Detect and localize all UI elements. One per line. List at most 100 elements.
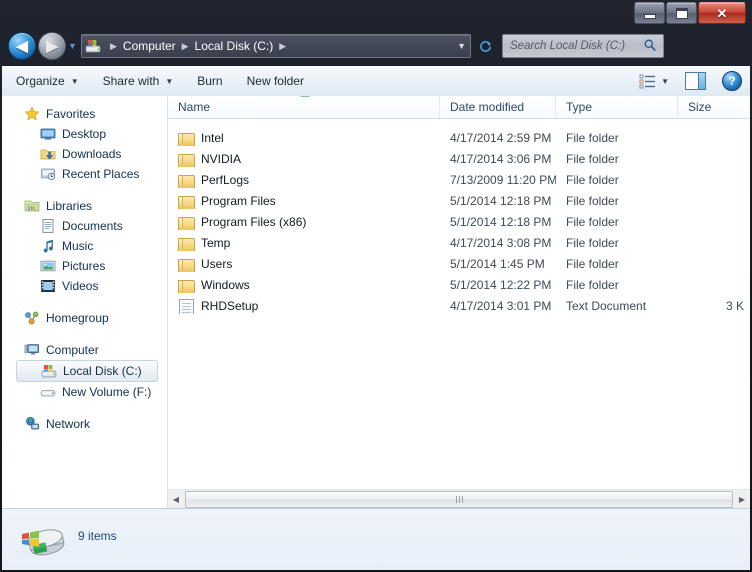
search-icon	[643, 38, 657, 52]
item-count-label: 9 items	[78, 529, 117, 543]
scroll-right-button[interactable]: ▶	[734, 491, 750, 507]
table-row[interactable]: Program Files 5/1/2014 12:18 PM File fol…	[168, 190, 750, 211]
refresh-icon	[479, 40, 491, 52]
sidebar-item-downloads[interactable]: Downloads	[2, 144, 167, 164]
column-header-date-modified[interactable]: Date modified	[440, 96, 556, 118]
local-disk-icon	[20, 521, 66, 561]
column-header-name[interactable]: Name	[168, 96, 440, 118]
pictures-icon	[40, 258, 56, 274]
cell-date-modified: 4/17/2014 2:59 PM	[450, 130, 552, 145]
file-rows: Intel 4/17/2014 2:59 PM File folder NVID…	[168, 119, 750, 316]
file-name: Program Files (x86)	[201, 214, 307, 229]
grip-line	[455, 495, 457, 503]
cell-type: File folder	[566, 130, 619, 145]
maximize-icon	[675, 7, 688, 19]
cell-type: Text Document	[566, 298, 647, 313]
recent-pages-button[interactable]: ▼	[66, 33, 79, 59]
breadcrumb-item-local-disk[interactable]: Local Disk (C:)	[194, 39, 275, 53]
sidebar-label: New Volume (F:)	[62, 385, 152, 399]
organize-button[interactable]: Organize ▼	[6, 70, 89, 92]
sidebar-item-libraries[interactable]: Libraries	[2, 196, 167, 216]
sidebar-item-documents[interactable]: Documents	[2, 216, 167, 236]
cell-type: File folder	[566, 193, 619, 208]
search-placeholder: Search Local Disk (C:)	[510, 40, 626, 52]
sidebar-item-recent-places[interactable]: Recent Places	[2, 164, 167, 184]
close-button[interactable]: ✕	[698, 2, 746, 24]
table-row[interactable]: RHDSetup 4/17/2014 3:01 PM Text Document…	[168, 295, 750, 316]
sidebar-item-music[interactable]: Music	[2, 236, 167, 256]
table-row[interactable]: Program Files (x86) 5/1/2014 12:18 PM Fi…	[168, 211, 750, 232]
breadcrumb: ▶ Computer ▶ Local Disk (C:) ▶	[105, 39, 291, 53]
file-name: Temp	[201, 235, 231, 250]
cell-date-modified: 4/17/2014 3:01 PM	[450, 298, 552, 313]
sidebar-label: Network	[46, 417, 91, 431]
scrollbar-thumb[interactable]	[185, 490, 733, 508]
folder-icon	[178, 256, 195, 272]
refresh-button[interactable]	[474, 35, 496, 57]
table-row[interactable]: Users 5/1/2014 1:45 PM File folder	[168, 253, 750, 274]
computer-icon	[24, 342, 40, 358]
sidebar-item-pictures[interactable]: Pictures	[2, 256, 167, 276]
organize-label: Organize	[16, 74, 65, 88]
chevron-down-icon: ▼	[70, 76, 79, 86]
file-list-pane[interactable]: Name Date modified Type Size Intel 4/17/…	[168, 96, 750, 508]
sidebar-item-videos[interactable]: Videos	[2, 276, 167, 296]
sidebar-item-network[interactable]: Network	[2, 414, 167, 434]
sidebar-label: Pictures	[62, 259, 106, 273]
forward-button[interactable]: ▶	[38, 32, 66, 60]
sidebar-group-network: Network	[2, 414, 167, 434]
cell-date-modified: 5/1/2014 12:18 PM	[450, 214, 552, 229]
sidebar-group-computer: Computer Local Disk (C:) New Volume (F:)	[2, 340, 167, 402]
sort-ascending-icon	[300, 96, 310, 97]
back-button[interactable]: ◀	[8, 32, 36, 60]
cell-date-modified: 4/17/2014 3:08 PM	[450, 235, 552, 250]
file-name: Program Files	[201, 193, 276, 208]
nav-buttons: ◀ ▶ ▼	[8, 32, 79, 60]
sidebar-item-new-volume-f[interactable]: New Volume (F:)	[2, 382, 167, 402]
cell-name: Intel	[168, 130, 440, 146]
homegroup-icon	[24, 310, 40, 326]
sidebar-label: Homegroup	[46, 311, 109, 325]
sidebar-item-homegroup[interactable]: Homegroup	[2, 308, 167, 328]
table-row[interactable]: Intel 4/17/2014 2:59 PM File folder	[168, 127, 750, 148]
burn-button[interactable]: Burn	[187, 70, 232, 92]
horizontal-scrollbar[interactable]: ◀ ▶	[168, 489, 750, 508]
sidebar-group-homegroup: Homegroup	[2, 308, 167, 328]
view-dropdown-button[interactable]: ▼	[661, 77, 669, 86]
local-disk-icon	[41, 363, 57, 379]
address-dropdown-button[interactable]: ▼	[457, 35, 466, 57]
navigation-pane[interactable]: Favorites Desktop Downloads Recent Place…	[2, 96, 168, 508]
breadcrumb-item-computer[interactable]: Computer	[122, 39, 177, 53]
search-input[interactable]: Search Local Disk (C:)	[502, 34, 664, 58]
table-row[interactable]: Temp 4/17/2014 3:08 PM File folder	[168, 232, 750, 253]
sidebar-item-favorites[interactable]: Favorites	[2, 104, 167, 124]
sidebar-label: Desktop	[62, 127, 107, 141]
cell-type: File folder	[566, 256, 619, 271]
explorer-window: ✕ ◀ ▶ ▼ ▶ Computer ▶ Local Disk (C:) ▶ ▼…	[0, 0, 752, 572]
file-name: RHDSetup	[201, 298, 259, 313]
sidebar-item-desktop[interactable]: Desktop	[2, 124, 167, 144]
sidebar-item-local-disk-c[interactable]: Local Disk (C:)	[16, 360, 158, 382]
share-with-button[interactable]: Share with ▼	[93, 70, 184, 92]
address-bar[interactable]: ▶ Computer ▶ Local Disk (C:) ▶ ▼	[81, 34, 471, 58]
maximize-button[interactable]	[666, 2, 697, 24]
column-header-size[interactable]: Size	[678, 96, 750, 118]
sidebar-item-computer[interactable]: Computer	[2, 340, 167, 360]
new-folder-button[interactable]: New folder	[237, 70, 314, 92]
sidebar-label: Downloads	[62, 147, 122, 161]
scroll-left-button[interactable]: ◀	[168, 491, 184, 507]
table-row[interactable]: PerfLogs 7/13/2009 11:20 PM File folder	[168, 169, 750, 190]
help-button[interactable]: ?	[722, 71, 742, 91]
table-row[interactable]: Windows 5/1/2014 12:22 PM File folder	[168, 274, 750, 295]
minimize-button[interactable]	[634, 2, 665, 24]
table-row[interactable]: NVIDIA 4/17/2014 3:06 PM File folder	[168, 148, 750, 169]
change-view-button[interactable]	[639, 74, 657, 89]
breadcrumb-separator: ▶	[279, 40, 287, 51]
folder-icon	[178, 151, 195, 167]
file-name: PerfLogs	[201, 172, 250, 187]
cell-date-modified: 5/1/2014 12:22 PM	[450, 277, 552, 292]
status-bar: 9 items	[2, 508, 750, 570]
toolbar-right-group: ▼ ?	[639, 71, 750, 91]
preview-pane-button[interactable]	[685, 72, 706, 90]
column-header-type[interactable]: Type	[556, 96, 678, 118]
